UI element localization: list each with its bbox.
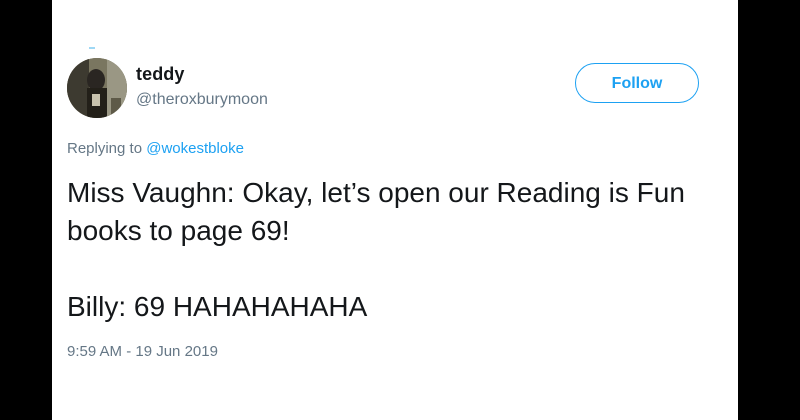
tweet-timestamp[interactable]: 9:59 AM - 19 Jun 2019 <box>67 343 218 360</box>
letterbox-left <box>0 0 52 420</box>
follow-button[interactable]: Follow <box>575 63 699 103</box>
display-name[interactable]: teddy <box>136 64 185 85</box>
divider-accent <box>89 47 95 49</box>
letterbox-right <box>738 0 800 420</box>
replying-to-line: Replying to @wokestbloke <box>67 140 244 157</box>
user-handle[interactable]: @theroxburymoon <box>136 91 268 109</box>
tweet-text: Miss Vaughn: Okay, let’s open our Readin… <box>67 174 737 326</box>
replying-to-label: Replying to <box>67 140 143 157</box>
tweet-card: teddy @theroxburymoon Follow Replying to… <box>52 0 738 420</box>
avatar[interactable] <box>67 58 127 118</box>
replying-to-mention-link[interactable]: @wokestbloke <box>146 140 244 157</box>
profile-photo-icon <box>67 58 127 118</box>
tweet-text-line: Billy: 69 HAHAHAHAHA <box>67 291 368 322</box>
tweet-text-line: Miss Vaughn: Okay, let’s open our Readin… <box>67 177 685 246</box>
